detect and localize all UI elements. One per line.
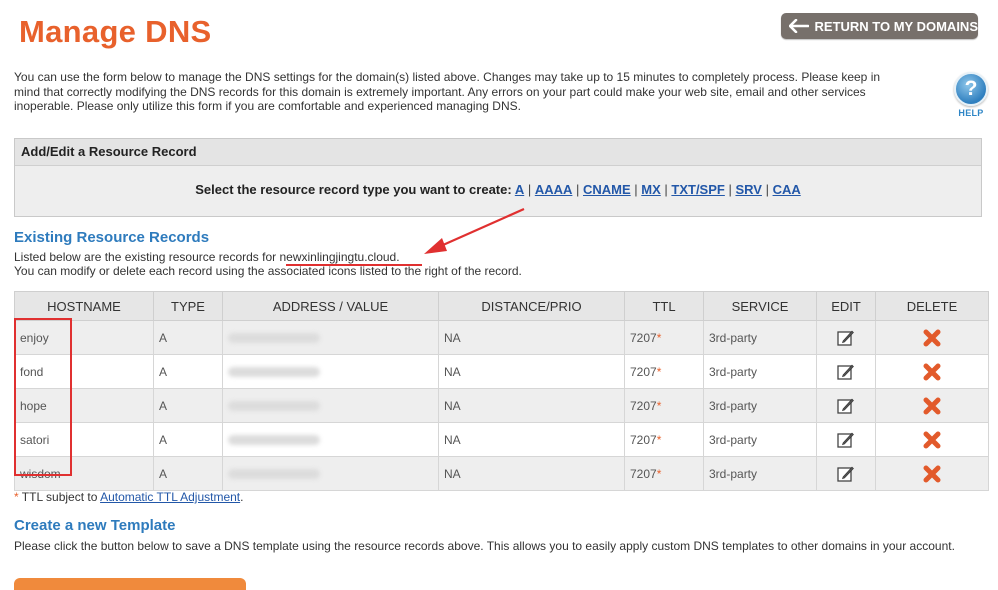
hostname-cell: fond (14, 354, 154, 389)
ttl-cell: 7207* (624, 320, 704, 355)
col-hostname: HOSTNAME (14, 291, 154, 321)
ttl-cell: 7207* (624, 388, 704, 423)
distance-cell: NA (438, 422, 625, 457)
help-label: HELP (958, 108, 984, 118)
table-row: wisdom A NA 7207* 3rd-party (14, 456, 989, 491)
delete-cell (875, 388, 989, 423)
hostname-cell: satori (14, 422, 154, 457)
col-ttl: TTL (624, 291, 704, 321)
type-cell: A (153, 422, 223, 457)
create-template-title: Create a new Template (14, 517, 176, 534)
delete-cell (875, 320, 989, 355)
redacted-value (228, 401, 320, 412)
ttl-cell: 7207* (624, 456, 704, 491)
existing-records-title: Existing Resource Records (14, 229, 210, 246)
address-cell (222, 388, 439, 423)
delete-cell (875, 354, 989, 389)
record-type-link-aaaa[interactable]: AAAA (535, 182, 573, 197)
record-type-link-txt-spf[interactable]: TXT/SPF (671, 182, 724, 197)
distance-cell: NA (438, 354, 625, 389)
col-distance-prio: DISTANCE/PRIO (438, 291, 625, 321)
col-type: TYPE (153, 291, 223, 321)
type-cell: A (153, 388, 223, 423)
red-x-delete-icon[interactable] (876, 328, 987, 348)
record-type-link-srv[interactable]: SRV (735, 182, 762, 197)
edit-cell (816, 388, 876, 423)
edit-cell (816, 320, 876, 355)
create-template-description: Please click the button below to save a … (14, 539, 955, 553)
intro-text: You can use the form below to manage the… (14, 70, 881, 113)
record-type-link-mx[interactable]: MX (641, 182, 661, 197)
pencil-edit-icon[interactable] (817, 329, 874, 347)
hostname-cell: enjoy (14, 320, 154, 355)
annotation-arrow-icon (424, 207, 525, 254)
delete-cell (875, 456, 989, 491)
address-cell (222, 456, 439, 491)
record-type-prompt: Select the resource record type you want… (195, 182, 512, 197)
page-title: Manage DNS (19, 14, 212, 49)
redacted-value (228, 367, 320, 378)
domain-annotation-underline (286, 264, 422, 266)
red-x-delete-icon[interactable] (876, 396, 987, 416)
domain-name: newxinlingjingtu.cloud (279, 250, 397, 264)
col-delete: DELETE (875, 291, 989, 321)
record-type-link-caa[interactable]: CAA (773, 182, 801, 197)
record-type-selector: Select the resource record type you want… (195, 182, 801, 197)
red-x-delete-icon[interactable] (876, 362, 987, 382)
record-type-link-cname[interactable]: CNAME (583, 182, 631, 197)
service-cell: 3rd-party (703, 320, 817, 355)
pencil-edit-icon[interactable] (817, 397, 874, 415)
hostname-cell: wisdom (14, 456, 154, 491)
service-cell: 3rd-party (703, 422, 817, 457)
address-cell (222, 354, 439, 389)
table-row: fond A NA 7207* 3rd-party (14, 354, 989, 389)
pencil-edit-icon[interactable] (817, 431, 874, 449)
type-cell: A (153, 456, 223, 491)
col-address-value: ADDRESS / VALUE (222, 291, 439, 321)
ttl-note: * TTL subject to Automatic TTL Adjustmen… (14, 490, 244, 504)
redacted-value (228, 469, 320, 480)
add-edit-panel-header: Add/Edit a Resource Record (15, 139, 981, 166)
help-icon: ? (954, 72, 988, 106)
address-cell (222, 422, 439, 457)
service-cell: 3rd-party (703, 388, 817, 423)
automatic-ttl-adjustment-link[interactable]: Automatic TTL Adjustment (100, 490, 240, 504)
distance-cell: NA (438, 388, 625, 423)
edit-cell (816, 354, 876, 389)
table-row: enjoy A NA 7207* 3rd-party (14, 320, 989, 355)
red-x-delete-icon[interactable] (876, 430, 987, 450)
save-template-button[interactable] (14, 578, 246, 590)
col-service: SERVICE (703, 291, 817, 321)
type-cell: A (153, 354, 223, 389)
pencil-edit-icon[interactable] (817, 363, 874, 381)
redacted-value (228, 333, 320, 344)
address-cell (222, 320, 439, 355)
return-button-label: RETURN TO MY DOMAINS (814, 18, 978, 34)
type-cell: A (153, 320, 223, 355)
edit-cell (816, 456, 876, 491)
service-cell: 3rd-party (703, 456, 817, 491)
edit-cell (816, 422, 876, 457)
ttl-cell: 7207* (624, 422, 704, 457)
red-x-delete-icon[interactable] (876, 464, 987, 484)
pencil-edit-icon[interactable] (817, 465, 874, 483)
table-row: hope A NA 7207* 3rd-party (14, 388, 989, 423)
col-edit: EDIT (816, 291, 876, 321)
hostname-cell: hope (14, 388, 154, 423)
resource-records-table: HOSTNAME TYPE ADDRESS / VALUE DISTANCE/P… (14, 291, 989, 491)
delete-cell (875, 422, 989, 457)
ttl-cell: 7207* (624, 354, 704, 389)
table-row: satori A NA 7207* 3rd-party (14, 422, 989, 457)
arrow-left-icon (787, 19, 811, 33)
table-header-row: HOSTNAME TYPE ADDRESS / VALUE DISTANCE/P… (14, 291, 989, 321)
record-type-link-a[interactable]: A (515, 182, 524, 197)
return-to-my-domains-button[interactable]: RETURN TO MY DOMAINS (781, 13, 978, 39)
redacted-value (228, 435, 320, 446)
service-cell: 3rd-party (703, 354, 817, 389)
distance-cell: NA (438, 456, 625, 491)
distance-cell: NA (438, 320, 625, 355)
help-button[interactable]: ? HELP (953, 72, 989, 118)
